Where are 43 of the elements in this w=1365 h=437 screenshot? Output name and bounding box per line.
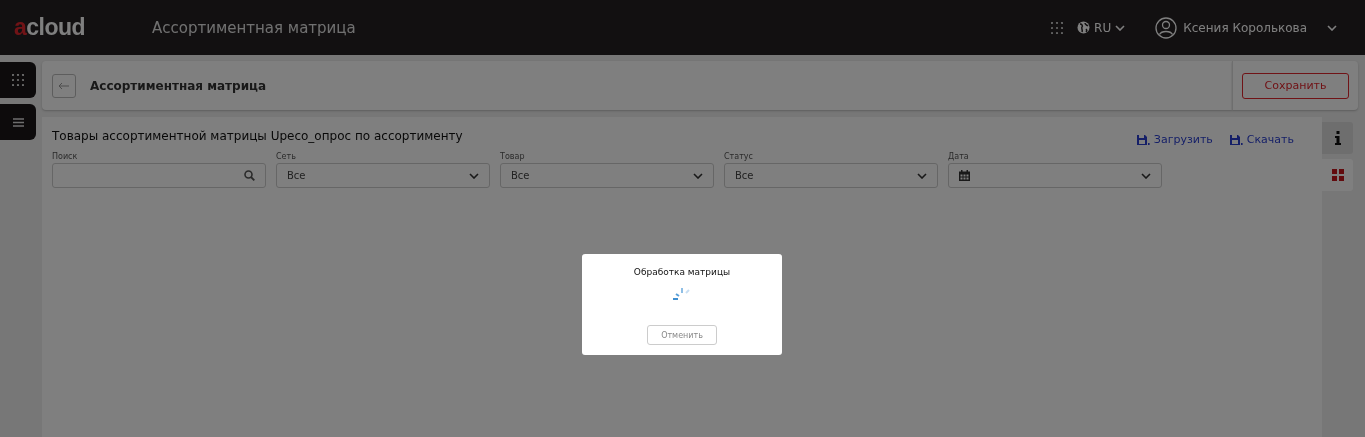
language-selector[interactable]: RU — [1077, 20, 1126, 35]
search-icon — [244, 170, 255, 181]
side-tab[interactable] — [1322, 122, 1353, 154]
cancel-button[interactable]: Отменить — [647, 325, 717, 345]
dialog-title: Обработка матрицы — [633, 267, 731, 277]
spinner-icon — [671, 285, 693, 301]
grid-dots-icon — [1051, 21, 1064, 34]
date-picker[interactable] — [948, 163, 1162, 188]
globe-icon — [1077, 21, 1091, 34]
back-button[interactable] — [52, 73, 76, 98]
back-arrow-icon — [58, 81, 70, 90]
chevron-down-icon — [1327, 24, 1337, 31]
app-title: Ассортиментная матрица — [152, 18, 357, 37]
chevron-down-icon — [917, 172, 927, 179]
calendar-icon — [959, 170, 970, 181]
field-label: Статус — [724, 152, 754, 161]
search-field[interactable] — [52, 163, 266, 188]
logo[interactable]: acloud — [14, 14, 152, 41]
side-tab[interactable] — [1322, 159, 1353, 191]
chevron-down-icon — [1115, 24, 1126, 31]
field-label: Дата — [948, 152, 970, 161]
apps-button[interactable] — [0, 62, 36, 98]
select-dropdown[interactable]: Все — [276, 163, 490, 188]
section-title: Товары ассортиментной матрицы Upeco_опрос по ассортименту — [52, 129, 463, 143]
chevron-down-icon — [693, 172, 703, 179]
action-link[interactable]: Скачать — [1228, 133, 1294, 146]
select-dropdown[interactable]: Все — [724, 163, 938, 188]
field-label: Сеть — [276, 152, 297, 161]
chevron-down-icon — [1141, 172, 1151, 179]
user-menu[interactable]: Ксения Королькова — [1155, 16, 1337, 39]
grid-icon — [1331, 169, 1344, 181]
grid-dots-icon — [12, 74, 24, 86]
field-label: Поиск — [52, 152, 79, 161]
menu-button[interactable] — [0, 104, 36, 140]
chevron-down-icon — [469, 172, 479, 179]
save-button[interactable]: Сохранить — [1242, 72, 1349, 99]
field-label: Товар — [500, 152, 526, 161]
action-link[interactable]: Загрузить — [1135, 133, 1213, 146]
page-title: Ассортиментная матрица — [90, 78, 267, 93]
select-dropdown[interactable]: Все — [500, 163, 714, 188]
user-avatar-icon — [1155, 16, 1178, 39]
menu-icon — [12, 117, 24, 127]
info-icon — [1334, 131, 1341, 145]
